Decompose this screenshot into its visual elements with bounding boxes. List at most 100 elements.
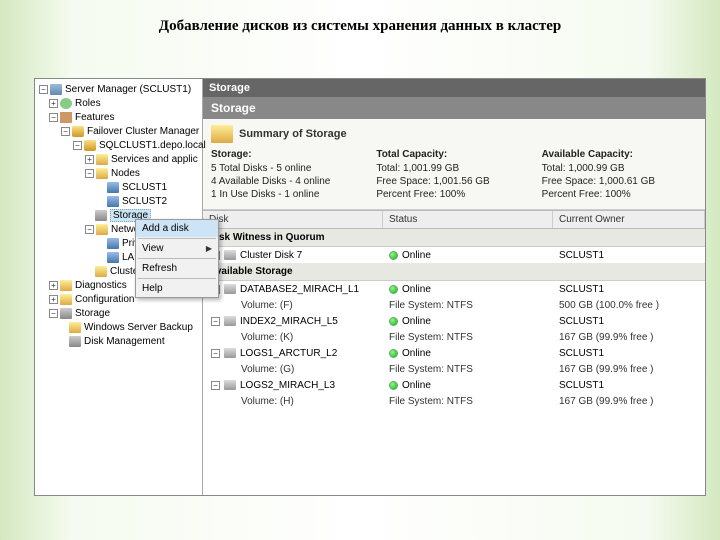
summary-value: Free Space: 1,001.56 GB [376, 175, 531, 188]
summary-value: Total: 1,000.99 GB [542, 162, 697, 175]
tree-diskmgmt[interactable]: Disk Management [37, 334, 200, 348]
tree-label: Diagnostics [75, 280, 127, 291]
disk-name: INDEX2_MIRACH_L5 [240, 316, 338, 327]
tree-label: Configuration [75, 294, 134, 305]
status-text: Online [402, 348, 431, 359]
ctx-label: Help [142, 283, 163, 294]
status-text: Online [402, 316, 431, 327]
status-online-icon [389, 251, 398, 260]
grid-available: − DATABASE2_MIRACH_L1 Online SCLUST1 Volume:… [203, 281, 705, 409]
table-row[interactable]: +Cluster Disk 7 Online SCLUST1 [203, 247, 705, 263]
volume-fs: File System: NTFS [383, 396, 553, 407]
collapse-icon[interactable]: − [211, 317, 220, 326]
summary-avail-col: Available Capacity: Total: 1,000.99 GB F… [542, 149, 697, 201]
summary-title: Summary of Storage [211, 125, 697, 143]
summary-label: Storage: [211, 149, 366, 160]
disk-name: DATABASE2_MIRACH_L1 [240, 284, 359, 295]
disk-icon [224, 284, 236, 294]
owner-text: SCLUST1 [553, 284, 705, 295]
table-row[interactable]: − INDEX2_MIRACH_L5 Online SCLUST1 [203, 313, 705, 329]
ctx-view[interactable]: View▶ [136, 240, 218, 257]
ctx-label: Add a disk [142, 223, 189, 234]
table-row[interactable]: −DATABASE2_MIRACH_L1OnlineSCLUST1 [203, 281, 705, 297]
ctx-refresh[interactable]: Refresh [136, 260, 218, 277]
disk-icon [224, 380, 236, 390]
status-text: Online [402, 380, 431, 391]
disk-icon [224, 250, 236, 260]
collapse-icon[interactable]: − [211, 381, 220, 390]
volume-row[interactable]: Volume: (H)File System: NTFS167 GB (99.9… [203, 393, 705, 409]
summary-label: Total Capacity: [376, 149, 531, 160]
tree-label: SQLCLUST1.depo.local [99, 140, 206, 151]
summary-value: 1 In Use Disks - 1 online [211, 188, 366, 201]
tree-roles[interactable]: +Roles [37, 96, 200, 110]
tree-root[interactable]: −Server Manager (SCLUST1) [37, 82, 200, 96]
ctx-separator [138, 258, 216, 259]
summary-capacity-col: Total Capacity: Total: 1,001.99 GB Free … [376, 149, 531, 201]
ctx-separator [138, 278, 216, 279]
disk-name: LOGS1_ARCTUR_L2 [240, 348, 337, 359]
status-online-icon [389, 381, 398, 390]
collapse-icon[interactable]: − [211, 349, 220, 358]
col-header-disk[interactable]: Disk [203, 211, 383, 228]
tree-label: SCLUST2 [122, 196, 167, 207]
volume-fs: File System: NTFS [383, 300, 553, 311]
volume-name: Volume: (G) [203, 364, 383, 375]
tree-wsb[interactable]: Windows Server Backup [37, 320, 200, 334]
ctx-separator [138, 238, 216, 239]
summary-panel: Summary of Storage Storage: 5 Total Disk… [203, 119, 705, 210]
panel-titlebar: Storage [203, 79, 705, 97]
tree-fcm[interactable]: −Failover Cluster Manager [37, 124, 200, 138]
tree-label: Disk Management [84, 336, 165, 347]
owner-text: SCLUST1 [553, 250, 705, 261]
tree-root-label: Server Manager (SCLUST1) [65, 84, 191, 95]
volume-name: Volume: (H) [203, 396, 383, 407]
owner-text: SCLUST1 [553, 316, 705, 327]
summary-title-text: Summary of Storage [239, 128, 347, 140]
col-header-owner[interactable]: Current Owner [553, 211, 705, 228]
owner-text: SCLUST1 [553, 380, 705, 391]
volume-fs: File System: NTFS [383, 364, 553, 375]
volume-row[interactable]: Volume: (F)File System: NTFS500 GB (100.… [203, 297, 705, 313]
context-menu: Add a disk View▶ Refresh Help [135, 219, 219, 298]
col-header-status[interactable]: Status [383, 211, 553, 228]
summary-label: Available Capacity: [542, 149, 697, 160]
disk-icon [224, 316, 236, 326]
summary-value: Percent Free: 100% [376, 188, 531, 201]
tree-nodes[interactable]: −Nodes [37, 166, 200, 180]
panel-subheader: Storage [203, 97, 705, 119]
tree-node1[interactable]: SCLUST1 [37, 180, 200, 194]
server-manager-window: −Server Manager (SCLUST1) +Roles −Featur… [34, 78, 706, 496]
volume-free: 167 GB (99.9% free ) [553, 396, 705, 407]
status-online-icon [389, 285, 398, 294]
submenu-arrow-icon: ▶ [206, 244, 212, 253]
table-row[interactable]: −LOGS2_MIRACH_L3OnlineSCLUST1 [203, 377, 705, 393]
ctx-label: Refresh [142, 263, 177, 274]
grid-quorum: +Cluster Disk 7 Online SCLUST1 [203, 247, 705, 263]
volume-row[interactable]: Volume: (G)File System: NTFS167 GB (99.9… [203, 361, 705, 377]
tree-features[interactable]: −Features [37, 110, 200, 124]
tree-label: Features [75, 112, 114, 123]
status-text: Online [402, 284, 431, 295]
summary-value: Free Space: 1,000.61 GB [542, 175, 697, 188]
tree-storage2[interactable]: −Storage [37, 306, 200, 320]
volume-name: Volume: (K) [203, 332, 383, 343]
volume-row[interactable]: Volume: (K)File System: NTFS167 GB (99.9… [203, 329, 705, 345]
ctx-add-disk[interactable]: Add a disk [136, 220, 218, 237]
tree-label: Storage [75, 308, 110, 319]
tree-label: Roles [75, 98, 101, 109]
tree-cluster[interactable]: −SQLCLUST1.depo.local [37, 138, 200, 152]
table-row[interactable]: −LOGS1_ARCTUR_L2OnlineSCLUST1 [203, 345, 705, 361]
nav-tree[interactable]: −Server Manager (SCLUST1) +Roles −Featur… [35, 79, 203, 495]
tree-services[interactable]: +Services and applic [37, 152, 200, 166]
status-online-icon [389, 349, 398, 358]
slide-title: Добавление дисков из системы хранения да… [0, 0, 720, 45]
disk-icon [224, 348, 236, 358]
tree-node2[interactable]: SCLUST2 [37, 194, 200, 208]
status-text: Online [402, 250, 431, 261]
volume-free: 500 GB (100.0% free ) [553, 300, 705, 311]
disk-name: Cluster Disk 7 [240, 250, 302, 261]
ctx-help[interactable]: Help [136, 280, 218, 297]
main-panel: Storage Storage Summary of Storage Stora… [203, 79, 705, 495]
section-quorum: Disk Witness in Quorum [203, 229, 705, 247]
